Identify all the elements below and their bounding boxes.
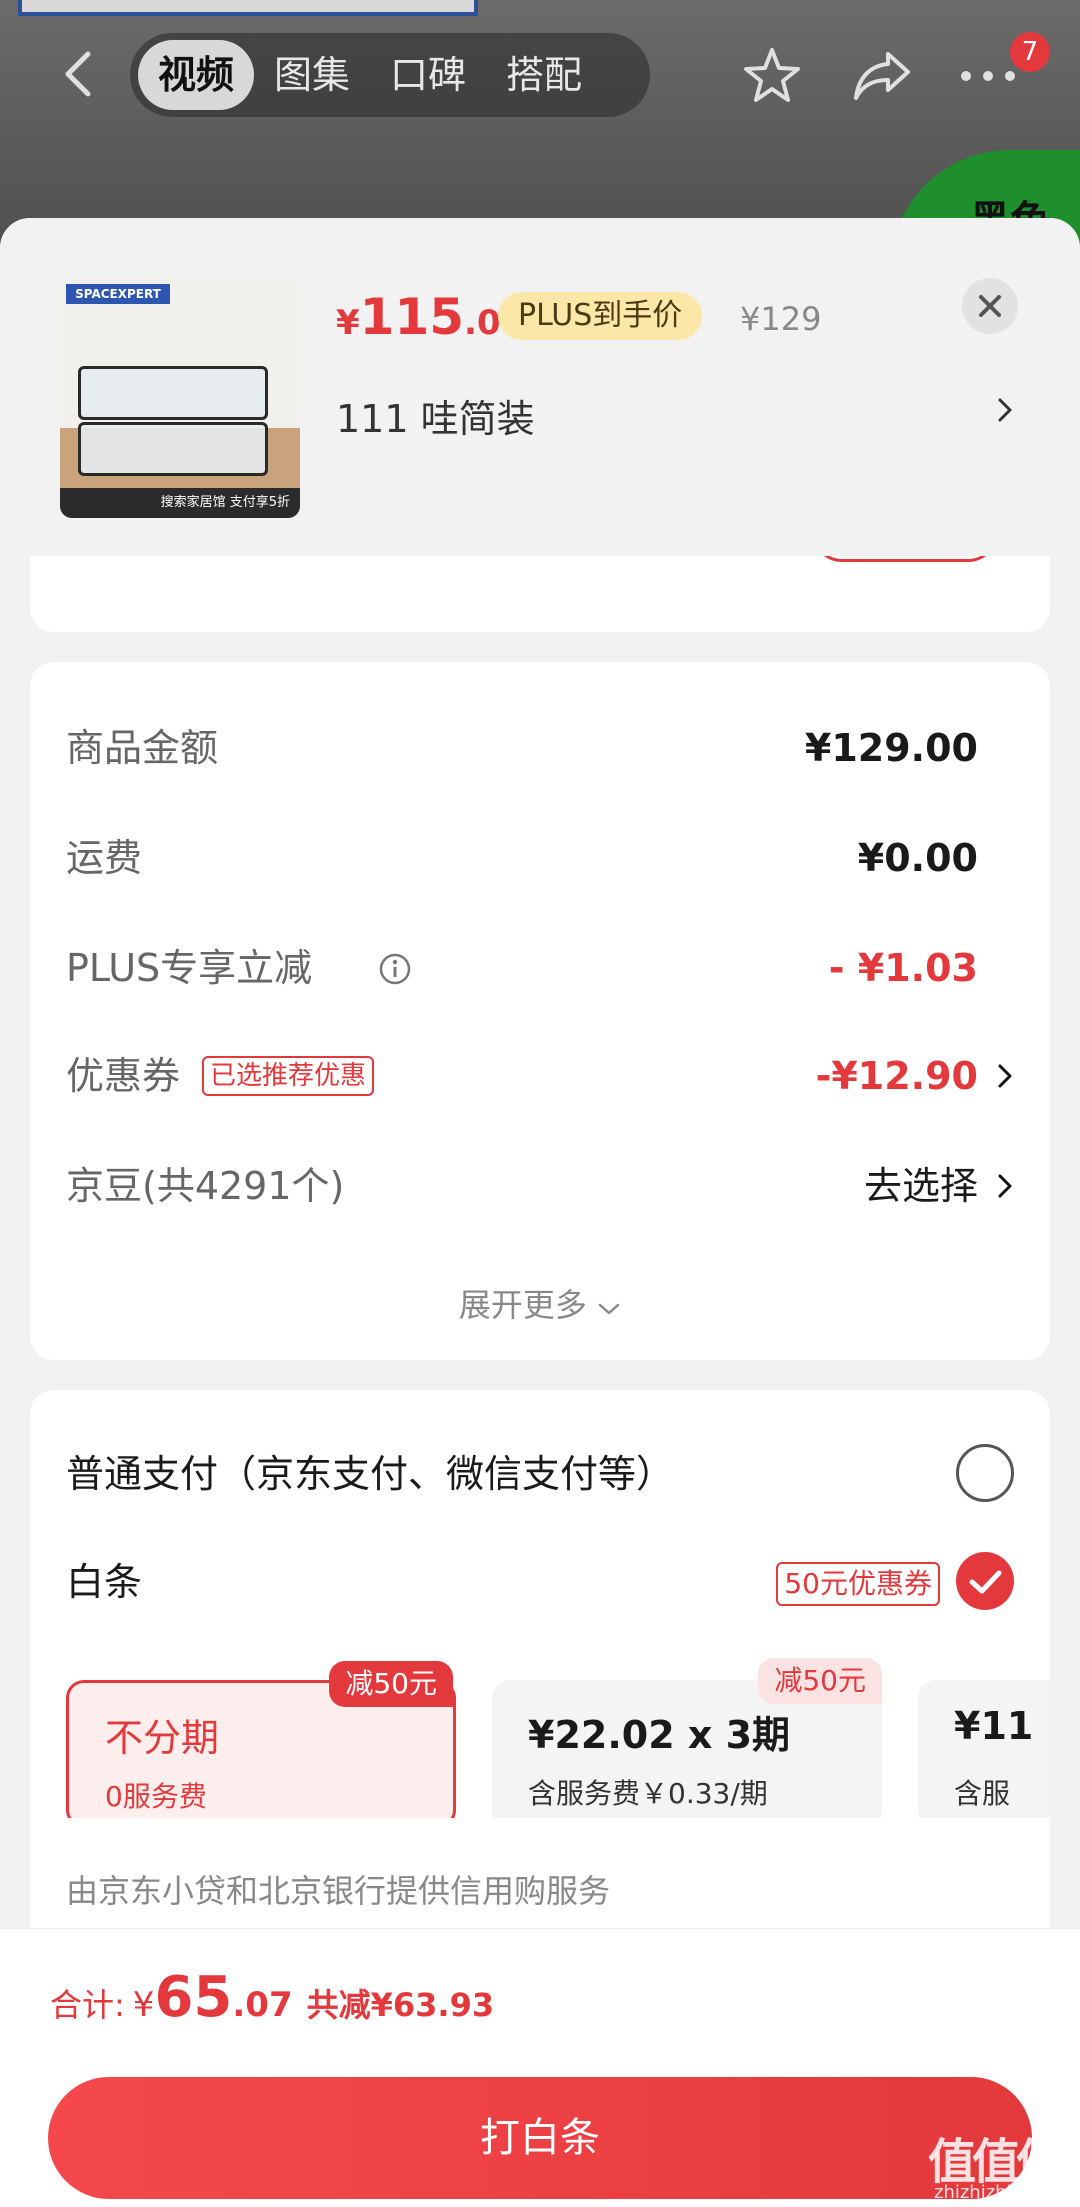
fee-value: -¥12.90 xyxy=(815,1054,978,1098)
more-options-icon[interactable] xyxy=(958,66,1018,86)
recommended-coupon-tag: 已选推荐优惠 xyxy=(202,1056,375,1096)
checkmark-icon xyxy=(969,1570,1002,1594)
plan-title: 不分期 xyxy=(105,1716,220,1760)
storage-box-illustration xyxy=(78,422,268,476)
fee-value: ¥0.00 xyxy=(857,836,978,880)
background-brand-logo xyxy=(18,0,478,16)
product-thumbnail[interactable]: SPACEXPERT 搜索家居馆 支付享5折 xyxy=(60,278,300,518)
product-summary: SPACEXPERT 搜索家居馆 支付享5折 ¥ 115 .07 PLUS到手价… xyxy=(0,218,1080,556)
tab-video[interactable]: 视频 xyxy=(138,40,255,110)
site-watermark-url: zhizhizhi.com xyxy=(934,2182,1056,2203)
fee-row-coupon[interactable]: 优惠券 已选推荐优惠 -¥12.90 xyxy=(66,1046,1014,1106)
favorite-star-icon[interactable] xyxy=(740,44,804,108)
chevron-right-icon xyxy=(998,1064,1012,1088)
radio-checked[interactable] xyxy=(956,1552,1014,1610)
tab-gallery[interactable]: 图集 xyxy=(254,40,370,110)
radio-unchecked[interactable] xyxy=(956,1444,1014,1502)
price-integer: 115 xyxy=(359,288,465,346)
price-currency: ¥ xyxy=(336,303,360,343)
installment-plans: 减50元 不分期 0服务费 减50元 ¥22.02 x 3期 含服务费￥0.33… xyxy=(66,1658,1050,1818)
total-currency: ¥ xyxy=(132,1985,155,2025)
tab-reviews[interactable]: 口碑 xyxy=(370,40,486,110)
fee-row-jingdou[interactable]: 京豆(共4291个) 去选择 xyxy=(66,1156,1014,1216)
plan-title: ¥11 xyxy=(954,1704,1034,1748)
payment-option-label: 白条 xyxy=(66,1560,143,1604)
credit-service-note: 由京东小贷和北京银行提供信用购服务 xyxy=(66,1872,611,1910)
fee-label: 优惠券 xyxy=(66,1054,181,1098)
chevron-down-icon xyxy=(598,1303,620,1315)
payment-option-normal[interactable]: 普通支付（京东支付、微信支付等） xyxy=(66,1444,1050,1504)
payment-option-label: 普通支付（京东支付、微信支付等） xyxy=(66,1452,675,1496)
plan-fee: 0服务费 xyxy=(105,1780,207,1813)
storage-box-illustration xyxy=(78,366,268,420)
plan-discount-badge: 减50元 xyxy=(758,1658,882,1704)
original-price: ¥129 xyxy=(740,300,822,338)
info-icon[interactable] xyxy=(378,952,412,986)
fee-value: 去选择 xyxy=(863,1164,978,1208)
fee-value: ¥129.00 xyxy=(804,726,978,770)
fee-label: PLUS专享立减 xyxy=(66,946,313,990)
total-label: 合计: xyxy=(50,1986,125,2024)
thumbnail-brand-logo: SPACEXPERT xyxy=(66,284,170,304)
fee-row-plus-discount: PLUS专享立减 - ¥1.03 xyxy=(66,938,1014,998)
installment-plan-none[interactable]: 减50元 不分期 0服务费 xyxy=(66,1661,456,1818)
share-arrow-icon[interactable] xyxy=(852,48,912,104)
order-total: 合计: ¥ 65 .07 共减¥63.93 xyxy=(50,1965,494,2030)
plus-price: ¥ 115 .07 xyxy=(336,288,524,358)
tab-matching[interactable]: 搭配 xyxy=(486,40,602,110)
total-integer: 65 xyxy=(154,1965,233,2030)
plan-fee: 含服务费￥0.33/期 xyxy=(528,1777,768,1810)
payment-option-baitiao[interactable]: 白条 50元优惠券 xyxy=(66,1552,1050,1612)
close-button[interactable] xyxy=(962,278,1018,334)
fee-value: - ¥1.03 xyxy=(828,946,978,990)
checkout-sheet: SPACEXPERT 搜索家居馆 支付享5折 ¥ 115 .07 PLUS到手价… xyxy=(0,218,1080,2207)
pay-with-baitiao-button[interactable]: 打白条 xyxy=(48,2077,1032,2199)
thumbnail-promo-strip: 搜索家居馆 支付享5折 xyxy=(60,488,300,518)
chevron-right-icon[interactable] xyxy=(996,390,1016,430)
plan-title: ¥22.02 x 3期 xyxy=(528,1713,791,1757)
fee-summary-card: 商品金额 ¥129.00 运费 ¥0.00 PLUS专享立减 - ¥1.03 优… xyxy=(30,662,1050,1360)
checkout-footer: 合计: ¥ 65 .07 共减¥63.93 打白条 xyxy=(0,1928,1080,2207)
expand-more-label: 展开更多 xyxy=(458,1286,587,1324)
expand-more-link[interactable]: 展开更多 xyxy=(30,1280,1050,1326)
selected-spec[interactable]: 111 哇简装 xyxy=(336,388,535,443)
fee-label: 商品金额 xyxy=(66,726,219,770)
back-arrow-icon[interactable] xyxy=(50,44,110,104)
media-tabs: 视频 图集 口碑 搭配 xyxy=(130,33,650,117)
chevron-right-icon xyxy=(998,1174,1012,1198)
installment-plan-6[interactable]: ¥11 含服 xyxy=(918,1680,1050,1818)
total-savings: 共减¥63.93 xyxy=(306,1986,495,2024)
notification-badge: 7 xyxy=(1010,32,1050,72)
installment-plan-3[interactable]: 减50元 ¥22.02 x 3期 含服务费￥0.33/期 xyxy=(492,1658,882,1818)
plus-price-tag: PLUS到手价 xyxy=(498,292,703,340)
top-navigation-bar: 视频 图集 口碑 搭配 7 xyxy=(0,30,1080,120)
close-icon xyxy=(979,295,1001,317)
total-decimal: .07 xyxy=(232,1985,293,2025)
baitiao-coupon-tag: 50元优惠券 xyxy=(776,1562,940,1606)
fee-label: 运费 xyxy=(66,836,143,880)
plan-fee: 含服 xyxy=(954,1777,1011,1810)
fee-label: 京豆(共4291个) xyxy=(66,1164,345,1208)
fee-row-shipping: 运费 ¥0.00 xyxy=(66,828,1014,888)
plan-discount-badge: 减50元 xyxy=(329,1661,453,1707)
fee-row-goods-amount: 商品金额 ¥129.00 xyxy=(66,718,1014,778)
